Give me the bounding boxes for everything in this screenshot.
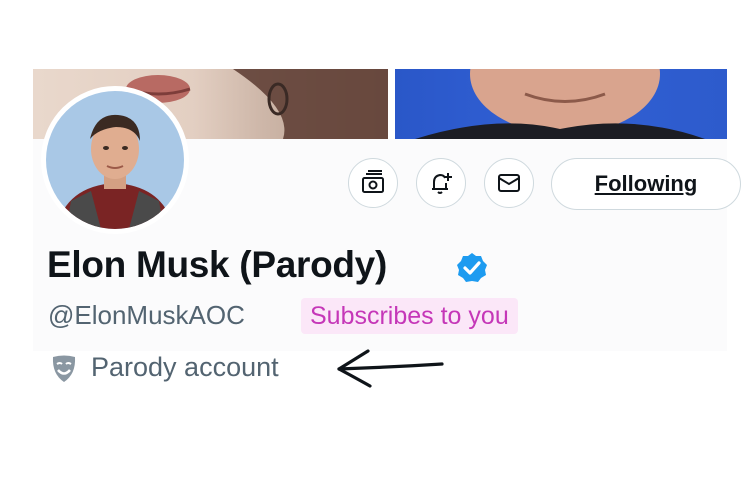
notification-bell-icon [432, 173, 452, 194]
handle: @ElonMuskAOC [48, 300, 245, 330]
avatar-image [46, 91, 184, 229]
verified-badge-icon[interactable] [456, 252, 488, 284]
message-icon [498, 174, 520, 192]
banner-right-photo [415, 69, 705, 139]
notifications-button[interactable] [416, 158, 466, 208]
hand-drawn-arrow-annotation [337, 349, 444, 388]
parody-mask-icon [52, 355, 76, 382]
avatar[interactable] [41, 86, 189, 234]
header-banner-right [395, 69, 727, 139]
subscription-button[interactable] [348, 158, 398, 208]
subscribes-to-you-badge: Subscribes to you [301, 298, 518, 334]
following-button[interactable]: Following [551, 158, 741, 210]
subscription-icon [362, 170, 384, 193]
parody-account-label: Parody account [91, 352, 279, 382]
display-name: Elon Musk (Parody) [47, 244, 387, 285]
message-button[interactable] [484, 158, 534, 208]
